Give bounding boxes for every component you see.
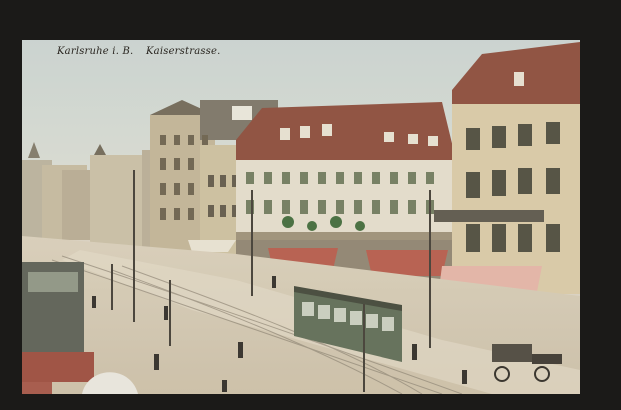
- postcard-frame: Karlsruhe i. B. Kaiserstrasse.: [0, 0, 621, 410]
- caption-city: Karlsruhe i. B.: [57, 46, 134, 57]
- vintage-postcard-photo: Karlsruhe i. B. Kaiserstrasse.: [22, 40, 580, 394]
- street-scene: [22, 40, 580, 394]
- caption-street: Kaiserstrasse.: [146, 46, 221, 57]
